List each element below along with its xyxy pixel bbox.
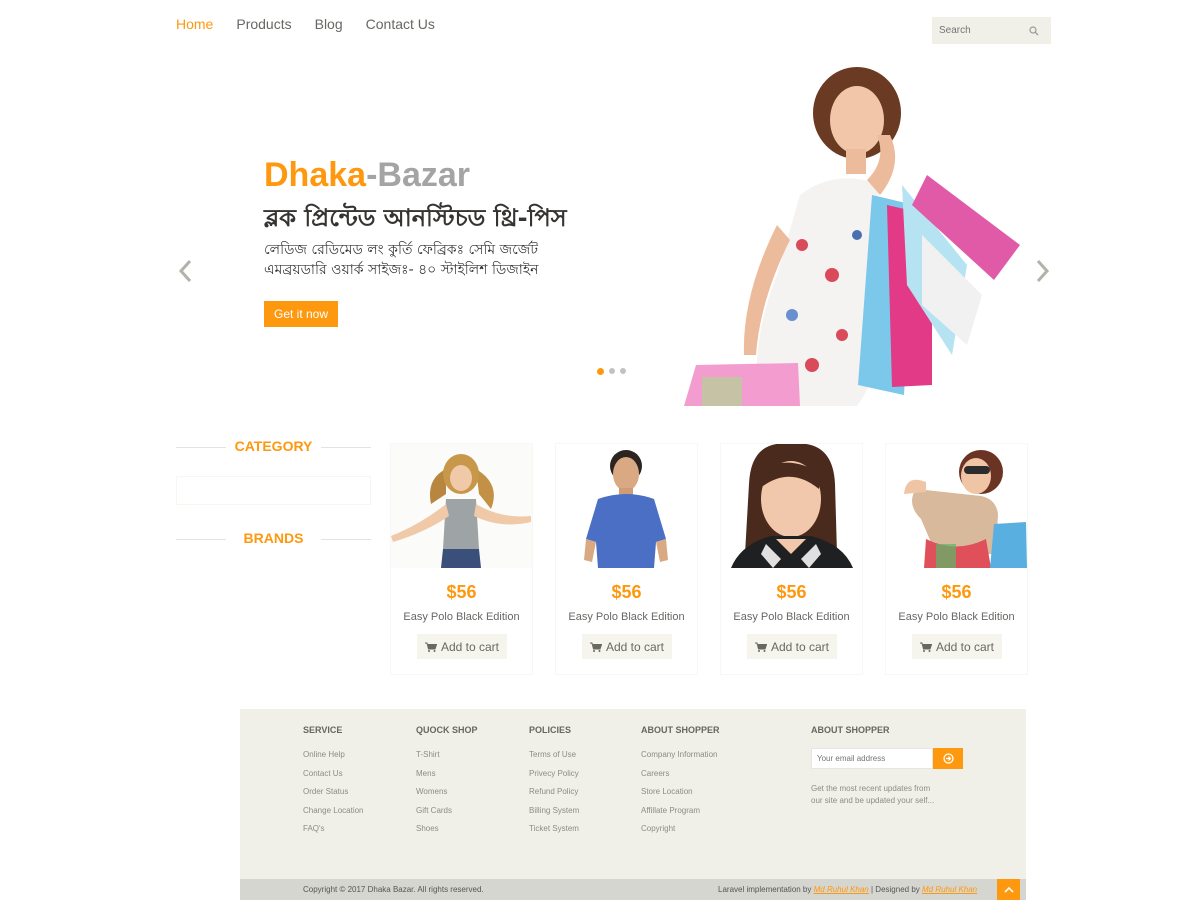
arrow-circle-right-icon [942,753,954,764]
cart-icon [754,642,767,652]
product-card-4: $56 Easy Polo Black Edition Add to cart [885,443,1028,675]
slider-prev-arrow-icon[interactable] [176,255,196,287]
footer-link[interactable]: Billing System [529,806,579,825]
author-link-2[interactable]: Md Ruhul Khan [922,885,977,894]
footer-link[interactable]: Change Location [303,806,364,825]
footer-link[interactable]: Refund Policy [529,787,579,806]
search-icon[interactable] [1029,25,1039,36]
copyright-text: Copyright © 2017 Dhaka Bazar. All rights… [303,885,484,894]
footer-col-service: SERVICE Online Help Contact Us Order Sta… [303,725,364,843]
nav-products[interactable]: Products [236,16,291,32]
footer-link[interactable]: Order Status [303,787,364,806]
footer-link[interactable]: Privecy Policy [529,769,579,788]
slider-dot-3[interactable] [620,368,626,374]
footer-link[interactable]: T-Shirt [416,750,478,769]
footer-link[interactable]: FAQ's [303,824,364,843]
hero-model-image [684,67,1020,406]
cart-icon [589,642,602,652]
add-to-cart-label: Add to cart [935,639,995,654]
footer-link[interactable]: Womens [416,787,478,806]
add-to-cart-button[interactable]: Add to cart [912,634,1002,659]
category-heading: CATEGORY [176,438,371,454]
footer-link[interactable]: Mens [416,769,478,788]
product-card-3: $56 Easy Polo Black Edition Add to cart [720,443,863,675]
add-to-cart-label: Add to cart [605,639,665,654]
product-price: $56 [941,582,972,602]
nav-blog[interactable]: Blog [315,16,343,32]
brand-separator: - [366,156,378,194]
category-panel [176,476,371,505]
cart-icon [424,642,437,652]
footer-link[interactable]: Shoes [416,824,478,843]
product-image-2 [556,444,697,568]
slider-dot-1[interactable] [597,367,604,375]
footer-col-subscribe: ABOUT SHOPPER [811,725,890,750]
hero-description: লেডিজ রেডিমেড লং কুর্তি ফেব্রিকঃ সেমি জর… [264,242,539,278]
product-price: $56 [446,582,477,602]
footer: SERVICE Online Help Contact Us Order Sta… [240,709,1026,900]
product-card-1: $56 Easy Polo Black Edition Add to cart [390,443,533,675]
subscribe-note: Get the most recent updates from our sit… [811,784,935,805]
footer-link[interactable]: Careers [641,769,720,788]
search-box [932,17,1051,44]
product-image-1 [391,444,532,568]
author-link-1[interactable]: Md Ruhul Khan [814,885,869,894]
search-input[interactable] [932,17,1027,44]
add-to-cart-button[interactable]: Add to cart [582,634,672,659]
footer-link[interactable]: Affillate Program [641,806,720,825]
footer-col-about: ABOUT SHOPPER Company Information Career… [641,725,720,843]
product-image-4 [886,444,1027,568]
slider-dot-2[interactable] [609,368,615,374]
main-nav: Home Products Blog Contact Us [176,16,435,32]
get-it-now-button[interactable]: Get it now [264,301,338,327]
nav-contact-us[interactable]: Contact Us [366,16,435,32]
scroll-to-top-button[interactable] [997,879,1020,900]
slider-dots [597,367,626,375]
product-image-3 [721,444,862,568]
footer-link[interactable]: Copyright [641,824,720,843]
product-price: $56 [776,582,807,602]
footer-link[interactable]: Gift Cards [416,806,478,825]
footer-link[interactable]: Store Location [641,787,720,806]
add-to-cart-label: Add to cart [770,639,830,654]
add-to-cart-label: Add to cart [440,639,500,654]
footer-col-title: POLICIES [529,725,572,735]
product-name: Easy Polo Black Edition [403,611,520,623]
footer-col-title: QUOCK SHOP [416,725,478,735]
credits-text: Laravel implementation by Md Ruhul Khan … [718,885,977,894]
footer-col-quick-shop: QUOCK SHOP T-Shirt Mens Womens Gift Card… [416,725,478,843]
chevron-up-icon [1003,886,1014,893]
footer-bottom-bar: Copyright © 2017 Dhaka Bazar. All rights… [240,879,1026,900]
brands-heading: BRANDS [176,530,371,546]
slider-next-arrow-icon[interactable] [1032,255,1052,287]
footer-link[interactable]: Contact Us [303,769,364,788]
brand-dhaka: Dhaka [264,156,367,194]
add-to-cart-button[interactable]: Add to cart [417,634,507,659]
brand-bazar: Bazar [377,156,470,194]
footer-link[interactable]: Terms of Use [529,750,579,769]
footer-col-title: SERVICE [303,725,343,735]
product-card-2: $56 Easy Polo Black Edition Add to cart [555,443,698,675]
footer-col-policies: POLICIES Terms of Use Privecy Policy Ref… [529,725,579,843]
footer-col-title: ABOUT SHOPPER [811,725,890,735]
hero-headline: ব্লক প্রিন্টেড আনস্টিচড থ্রি-পিস [264,204,567,232]
subscribe-form [811,748,963,769]
product-price: $56 [611,582,642,602]
nav-home[interactable]: Home [176,16,213,32]
product-name: Easy Polo Black Edition [898,611,1015,623]
product-name: Easy Polo Black Edition [733,611,850,623]
credit-prefix: Laravel implementation by [718,885,814,894]
hero-brand-title: Dhaka-Bazar [264,156,470,195]
cart-icon [919,642,932,652]
hero-slider: Dhaka-Bazar ব্লক প্রিন্টেড আনস্টিচড থ্রি… [0,50,1200,406]
footer-link[interactable]: Online Help [303,750,364,769]
product-name: Easy Polo Black Edition [568,611,685,623]
credit-mid: | Designed by [868,885,922,894]
footer-link[interactable]: Ticket System [529,824,579,843]
email-field[interactable] [811,748,933,769]
subscribe-button[interactable] [933,748,963,769]
add-to-cart-button[interactable]: Add to cart [747,634,837,659]
footer-link[interactable]: Company Information [641,750,720,769]
footer-col-title: ABOUT SHOPPER [641,725,720,735]
